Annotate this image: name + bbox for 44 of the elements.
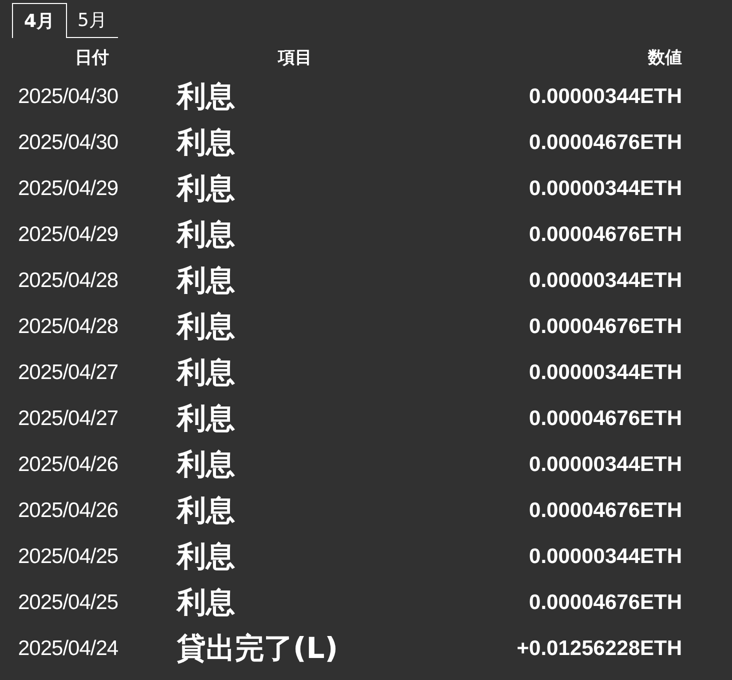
date-cell-text: 2025/04/27	[18, 407, 120, 431]
date-cell-text: 2025/04/25	[18, 545, 120, 569]
item-cell-text: 利息	[177, 354, 236, 391]
month-tab[interactable]: 5月	[66, 3, 118, 38]
value-cell-text: 0.00004676ETH	[528, 223, 682, 247]
value-cell-text: 0.00000344ETH	[528, 361, 682, 385]
date-cell-text: 2025/04/27	[18, 361, 120, 385]
item-cell-text: 利息	[177, 124, 236, 161]
item-cell-text: 利息	[177, 216, 236, 253]
date-cell-text: 2025/04/28	[18, 315, 120, 339]
value-cell-text: 0.00000344ETH	[528, 545, 682, 569]
date-cell-text: 2025/04/29	[18, 223, 120, 247]
item-cell-text: 貸出完了(L)	[177, 630, 339, 667]
value-cell-text: 0.00004676ETH	[528, 499, 682, 523]
item-cell-text: 利息	[177, 78, 236, 115]
value-cell-text: 0.00004676ETH	[528, 131, 682, 155]
item-cell-text: 利息	[177, 492, 236, 529]
item-cell-text: 利息	[177, 446, 236, 483]
date-cell-text: 2025/04/26	[18, 453, 120, 477]
date-cell-text: 2025/04/30	[18, 85, 120, 109]
item-cell-text: 利息	[177, 400, 236, 437]
date-cell-text: 2025/04/24	[18, 637, 120, 661]
value-cell-text: 0.00004676ETH	[528, 407, 682, 431]
value-cell-text: 0.00000344ETH	[528, 85, 682, 109]
value-cell-text: 0.00004676ETH	[528, 591, 682, 615]
value-cell-text: 0.00000344ETH	[528, 269, 682, 293]
value-cell-text: +0.01256228ETH	[516, 637, 682, 661]
column-header: 数値	[646, 46, 682, 68]
item-cell-text: 利息	[177, 584, 236, 621]
date-cell-text: 2025/04/30	[18, 131, 120, 155]
item-cell-text: 利息	[177, 170, 236, 207]
value-cell-text: 0.00004676ETH	[528, 315, 682, 339]
item-cell-text: 利息	[177, 262, 236, 299]
date-cell-text: 2025/04/26	[18, 499, 120, 523]
value-cell-text: 0.00000344ETH	[528, 177, 682, 201]
month-tab[interactable]: 4月	[12, 3, 67, 38]
column-header: 日付	[74, 46, 110, 68]
item-cell-text: 利息	[177, 538, 236, 575]
date-cell-text: 2025/04/25	[18, 591, 120, 615]
date-cell-text: 2025/04/28	[18, 269, 120, 293]
item-cell-text: 利息	[177, 308, 236, 345]
date-cell-text: 2025/04/29	[18, 177, 120, 201]
value-cell-text: 0.00000344ETH	[528, 453, 682, 477]
column-header: 項目	[276, 46, 313, 68]
